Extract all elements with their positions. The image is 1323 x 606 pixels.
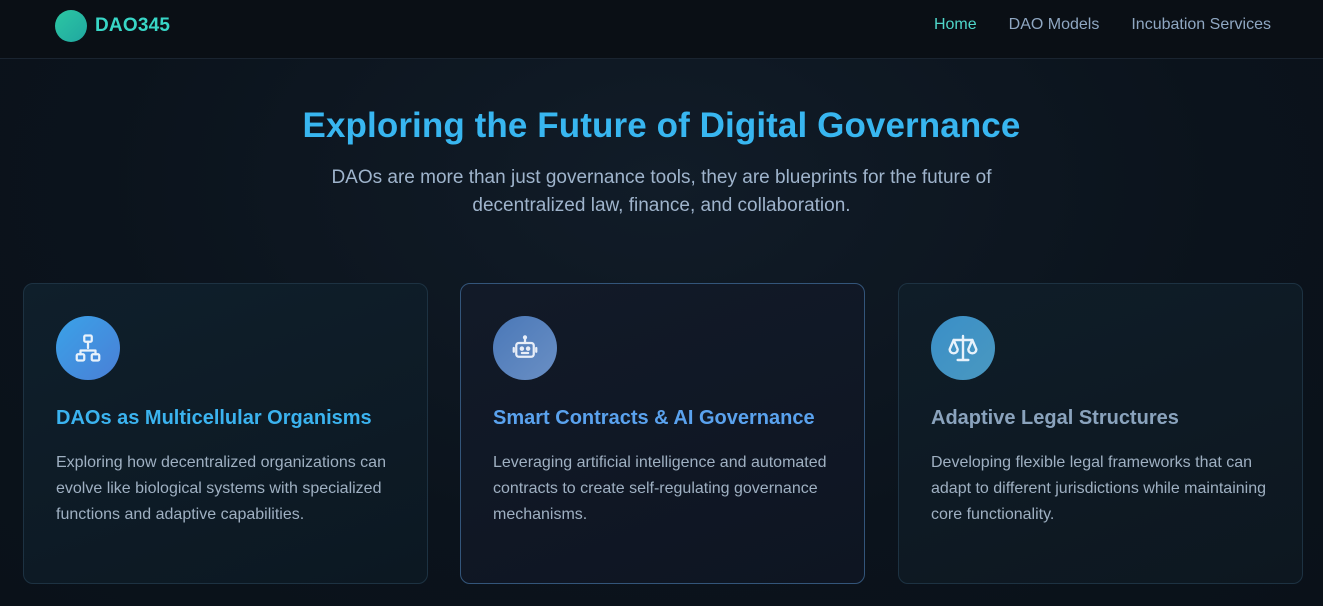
scales-icon: [931, 316, 995, 380]
feature-card-multicellular[interactable]: DAOs as Multicellular Organisms Explorin…: [23, 283, 428, 584]
feature-card-legal-structures[interactable]: Adaptive Legal Structures Developing fle…: [898, 283, 1303, 584]
nav-link-dao-models[interactable]: DAO Models: [1009, 16, 1100, 34]
card-title: Smart Contracts & AI Governance: [493, 407, 815, 429]
card-description: Exploring how decentralized organization…: [56, 454, 386, 523]
feature-card-smart-contracts[interactable]: Smart Contracts & AI Governance Leveragi…: [460, 283, 865, 584]
main-nav: Home DAO Models Incubation Services: [934, 16, 1271, 34]
network-hierarchy-icon: [56, 316, 120, 380]
brand-logo-icon: [55, 10, 87, 42]
nav-link-home[interactable]: Home: [934, 16, 977, 34]
nav-link-incubation-services[interactable]: Incubation Services: [1131, 16, 1271, 34]
card-title: DAOs as Multicellular Organisms: [56, 407, 372, 429]
hero-subtitle: DAOs are more than just governance tools…: [331, 167, 992, 216]
hero-title: Exploring the Future of Digital Governan…: [302, 106, 1021, 145]
card-title: Adaptive Legal Structures: [931, 407, 1179, 429]
robot-icon: [493, 316, 557, 380]
card-description: Developing flexible legal frameworks tha…: [931, 454, 1267, 523]
brand-name: DAO345: [95, 15, 171, 36]
page: DAO345 Home DAO Models Incubation Servic…: [0, 0, 1323, 606]
brand[interactable]: DAO345: [55, 10, 170, 42]
navbar: DAO345 Home DAO Models Incubation Servic…: [0, 0, 1323, 59]
card-description: Leveraging artificial intelligence and a…: [493, 454, 827, 523]
